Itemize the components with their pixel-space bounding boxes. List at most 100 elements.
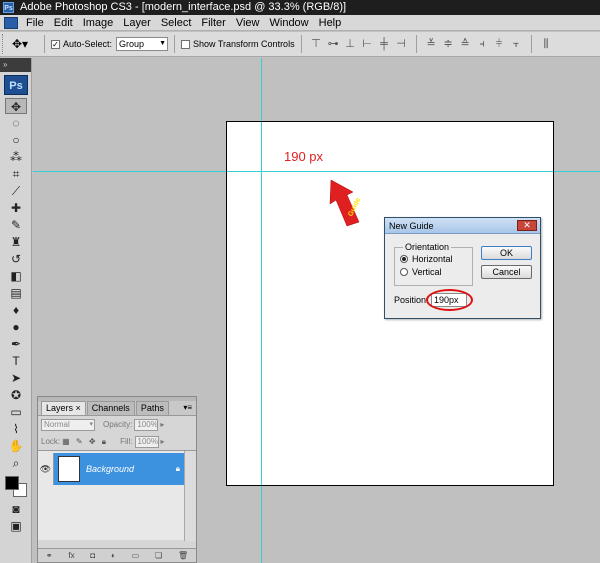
link-layers-icon[interactable]: ⚭ (46, 551, 53, 560)
close-icon[interactable]: ✕ (517, 220, 537, 231)
distribute-bottom-icon[interactable]: ≙ (459, 37, 472, 51)
lasso-tool-icon[interactable]: ◌ (5, 115, 27, 131)
move-tool-preset-icon[interactable]: ✥▾ (12, 35, 38, 53)
layer-mask-icon[interactable]: ◘ (90, 551, 95, 560)
menu-edit[interactable]: Edit (49, 15, 78, 31)
fill-input[interactable]: 100% (134, 435, 159, 448)
move-tool-icon[interactable]: ✥ (5, 98, 27, 114)
distribute-left-icon[interactable]: ⫞ (476, 37, 489, 51)
align-left-icon[interactable]: ⊢ (361, 37, 374, 51)
window-title: Adobe Photoshop CS3 - [modern_interface.… (20, 1, 347, 13)
auto-align-layers-icon[interactable]: ⫼ (540, 37, 553, 51)
toolbox-header[interactable]: » (0, 58, 31, 72)
auto-select-dropdown[interactable]: Group ▼ (116, 37, 169, 51)
custom-shape-icon[interactable]: ✪ (5, 387, 27, 403)
horizontal-option[interactable]: Horizontal (400, 252, 472, 265)
distribute-vcenter-icon[interactable]: ≑ (442, 37, 455, 51)
healing-brush-icon[interactable]: ✚ (5, 200, 27, 216)
align-bottom-icon[interactable]: ⊥ (344, 37, 357, 51)
lock-all-icon[interactable]: 🔒︎ (102, 437, 106, 446)
panel-menu-icon[interactable]: ▾≡ (183, 403, 192, 412)
eyedropper-tool-icon[interactable]: ⌇ (5, 421, 27, 437)
layer-style-icon[interactable]: fx (68, 551, 74, 560)
notes-tool-icon[interactable]: ▭ (5, 404, 27, 420)
eye-icon[interactable]: 👁︎ (38, 453, 54, 485)
show-transform-checkbox[interactable] (181, 39, 191, 49)
vertical-option[interactable]: Vertical (400, 265, 472, 278)
align-hcenter-icon[interactable]: ╪ (378, 37, 391, 51)
delete-layer-icon[interactable]: 🗑︎ (178, 551, 188, 560)
slice-tool-icon[interactable]: ⟋ (5, 183, 27, 199)
tab-layers[interactable]: Layers × (41, 401, 86, 415)
adjustment-layer-icon[interactable]: ◐ (111, 551, 116, 560)
tab-channels[interactable]: Channels (86, 401, 135, 415)
lock-position-icon[interactable]: ✥ (89, 437, 96, 446)
opacity-input[interactable]: 100% (134, 418, 159, 431)
hand-tool-icon[interactable]: ✋ (5, 438, 27, 454)
align-vcenter-icon[interactable]: ⊶ (327, 37, 340, 51)
panel-footer: ⚭ fx ◘ ◐ ▭ ❏ 🗑︎ (38, 548, 196, 562)
magic-wand-icon[interactable]: ⁂ (5, 149, 27, 165)
menu-filter[interactable]: Filter (196, 15, 230, 31)
layer-name[interactable]: Background (86, 464, 176, 474)
vertical-radio[interactable] (400, 267, 408, 276)
chevron-down-icon: ▾ (89, 420, 93, 428)
photoshop-app-icon: Ps (3, 2, 14, 13)
cancel-button[interactable]: Cancel (481, 265, 532, 279)
history-brush-icon[interactable]: ↺ (5, 251, 27, 267)
gradient-tool-icon[interactable]: ▤ (5, 285, 27, 301)
lock-pixels-icon[interactable]: ✎ (76, 437, 83, 446)
options-bar-grip[interactable] (2, 34, 6, 54)
pen-tool-icon[interactable]: ✒ (5, 336, 27, 352)
opacity-slider-icon[interactable]: ▸ (160, 420, 164, 429)
align-top-icon[interactable]: ⊤ (310, 37, 323, 51)
screen-mode-icon[interactable]: ▣ (5, 518, 27, 534)
menu-view[interactable]: View (231, 15, 265, 31)
menu-image[interactable]: Image (78, 15, 119, 31)
new-guide-dialog: New Guide ✕ Orientation Horizontal Verti… (384, 217, 541, 319)
dodge-tool-icon[interactable]: ● (5, 319, 27, 335)
horizontal-guide-on-canvas[interactable] (227, 171, 553, 172)
guide-position-annotation: 190 px (284, 149, 324, 164)
tab-paths[interactable]: Paths (135, 401, 169, 415)
menu-help[interactable]: Help (314, 15, 347, 31)
quick-mask-icon[interactable]: ◙ (5, 501, 27, 517)
type-tool-icon[interactable]: T (5, 353, 27, 369)
ok-button[interactable]: OK (481, 246, 532, 260)
foreground-color-swatch[interactable] (5, 476, 19, 490)
clone-stamp-icon[interactable]: ♜ (5, 234, 27, 250)
menu-select[interactable]: Select (156, 15, 197, 31)
zoom-tool-icon[interactable]: ⌕ (5, 455, 27, 471)
photoshop-logo[interactable]: Ps (4, 75, 28, 95)
distribute-top-icon[interactable]: ≚ (425, 37, 438, 51)
ps-menu-icon[interactable] (4, 16, 18, 29)
divider (300, 35, 302, 53)
dialog-title-bar[interactable]: New Guide ✕ (385, 218, 540, 234)
new-layer-icon[interactable]: ❏ (155, 551, 162, 560)
align-right-icon[interactable]: ⊣ (395, 37, 408, 51)
opacity-label: Opacity: (103, 420, 133, 429)
menu-layer[interactable]: Layer (118, 15, 156, 31)
crop-tool-icon[interactable]: ⌗ (5, 166, 27, 182)
fill-slider-icon[interactable]: ▸ (161, 437, 165, 446)
new-group-icon[interactable]: ▭ (132, 551, 140, 560)
lock-transparency-icon[interactable]: ▦ (62, 437, 70, 446)
path-selection-icon[interactable]: ➤ (5, 370, 27, 386)
distribute-right-icon[interactable]: ⫟ (510, 37, 523, 51)
layer-row[interactable]: 👁︎ Background 🔒︎ (38, 453, 184, 485)
distribute-hcenter-icon[interactable]: ⫩ (493, 37, 506, 51)
vertical-guide-on-canvas[interactable] (261, 122, 262, 485)
blend-mode-dropdown[interactable]: Normal ▾ (41, 418, 95, 431)
layer-list-scrollbar[interactable] (184, 451, 196, 541)
menu-window[interactable]: Window (265, 15, 314, 31)
menu-file[interactable]: File (21, 15, 49, 31)
brush-tool-icon[interactable]: ✎ (5, 217, 27, 233)
auto-select-checkbox[interactable]: ✓ (51, 39, 60, 49)
divider (415, 35, 417, 53)
auto-select-label: Auto-Select: (63, 39, 113, 49)
blur-tool-icon[interactable]: ♦ (5, 302, 27, 318)
ellipse-marquee-icon[interactable]: ○ (5, 132, 27, 148)
eraser-tool-icon[interactable]: ◧ (5, 268, 27, 284)
horizontal-radio[interactable] (400, 254, 408, 263)
color-swatches (3, 474, 29, 498)
